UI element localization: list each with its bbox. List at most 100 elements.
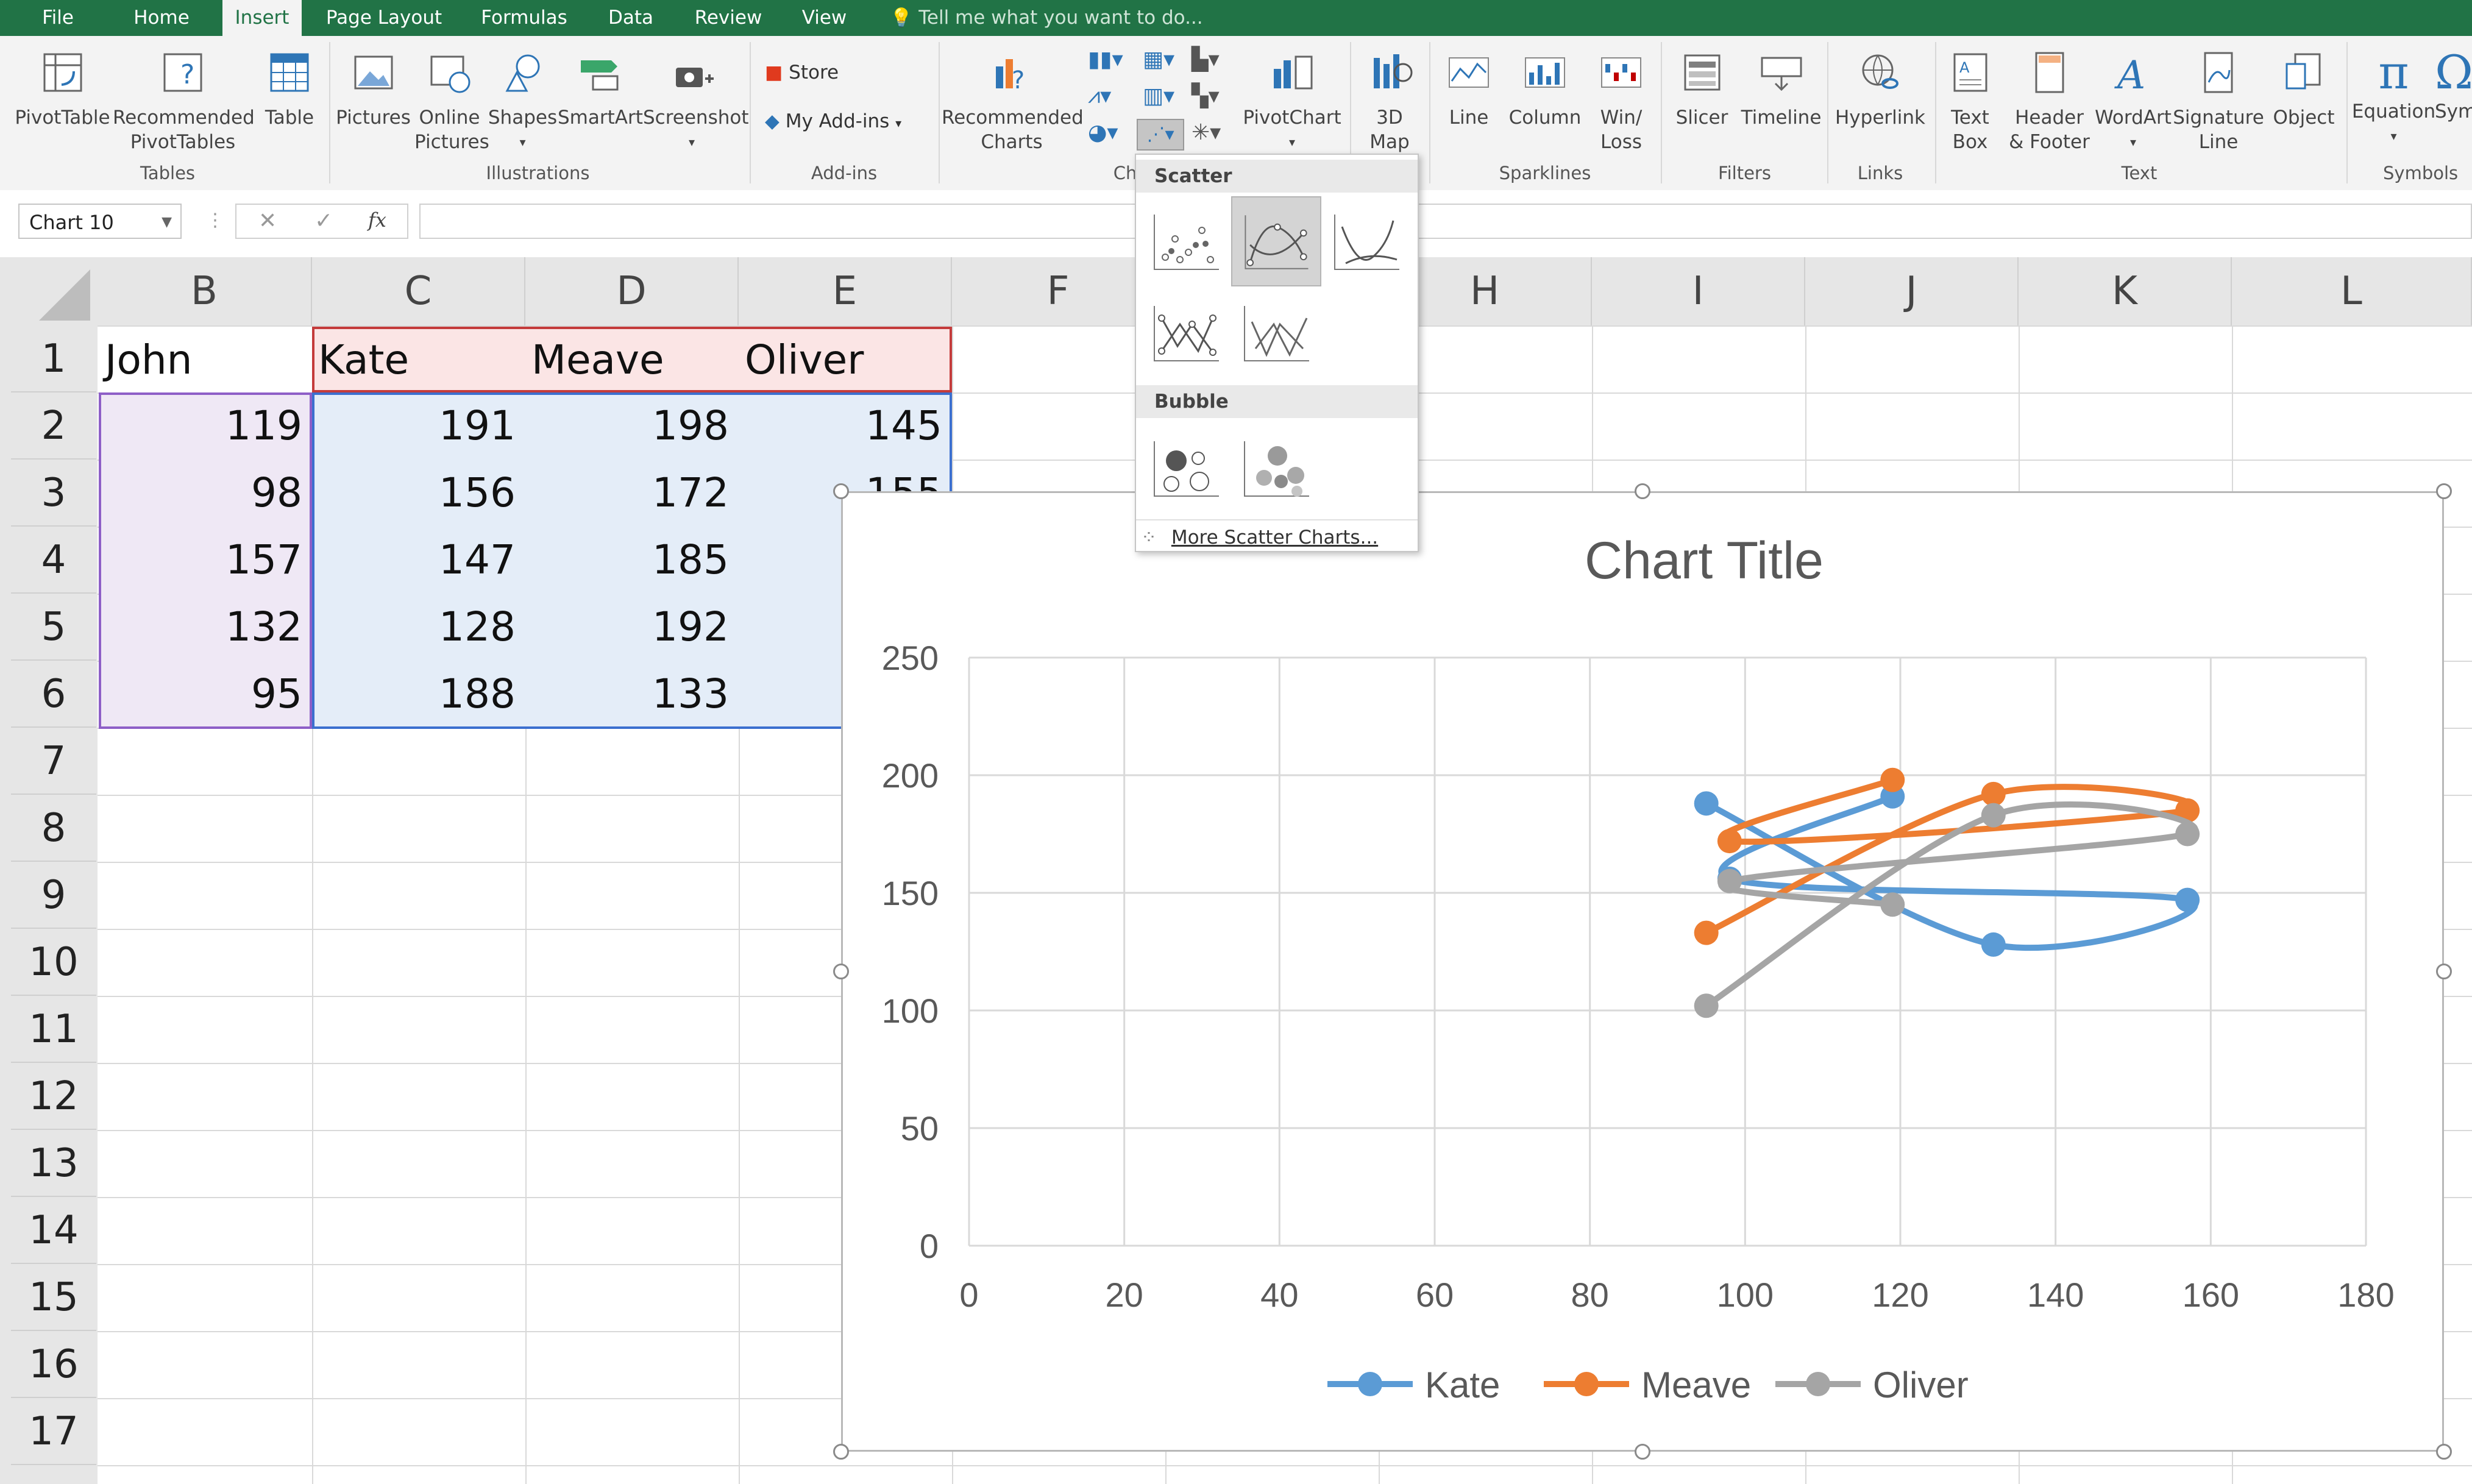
- combo-chart-icon[interactable]: ▚▾: [1192, 83, 1220, 108]
- sparkline-line-button[interactable]: Line: [1435, 48, 1502, 130]
- select-all-corner[interactable]: [11, 257, 98, 325]
- scatter-chart-icon[interactable]: ⋰▾: [1137, 119, 1184, 151]
- enter-icon[interactable]: ✓: [314, 208, 333, 233]
- cell-b4[interactable]: 157: [99, 527, 312, 594]
- column-header-d[interactable]: D: [525, 257, 739, 325]
- row-header-7[interactable]: 7: [11, 728, 96, 795]
- 3d-bubble-option[interactable]: [1231, 423, 1321, 513]
- header-cell-c1[interactable]: Kate: [312, 327, 525, 391]
- resize-handle[interactable]: [1635, 483, 1650, 499]
- row-header-6[interactable]: 6: [11, 661, 96, 728]
- tab-home[interactable]: Home: [116, 0, 207, 36]
- header-cell-d1[interactable]: Meave: [525, 327, 739, 391]
- column-header-k[interactable]: K: [2019, 257, 2232, 325]
- pictures-button[interactable]: Pictures: [335, 48, 411, 130]
- recommended-charts-button[interactable]: ? Recommended Charts: [942, 48, 1084, 154]
- 3d-map-button[interactable]: 3D Map: [1356, 48, 1423, 154]
- scatter-markers-only-option[interactable]: [1141, 196, 1231, 286]
- scatter-straight-lines-option[interactable]: [1231, 288, 1321, 378]
- screenshot-button[interactable]: Screenshot ▾: [643, 48, 749, 154]
- cell-c3[interactable]: 156: [312, 460, 525, 527]
- scatter-smooth-lines-option[interactable]: [1321, 196, 1412, 286]
- row-header-12[interactable]: 12: [11, 1063, 96, 1130]
- cell-b5[interactable]: 132: [99, 594, 312, 661]
- column-chart-icon[interactable]: ▮▮▾: [1088, 47, 1123, 72]
- shapes-button[interactable]: Shapes ▾: [488, 48, 558, 154]
- row-header-1[interactable]: 1: [11, 325, 96, 392]
- cell-d3[interactable]: 172: [525, 460, 739, 527]
- text-box-button[interactable]: A Text Box: [1938, 48, 2002, 154]
- column-header-e[interactable]: E: [739, 257, 952, 325]
- bubble-option[interactable]: [1141, 423, 1231, 513]
- smartart-button[interactable]: SmartArt: [558, 48, 643, 130]
- header-cell-b1[interactable]: John: [99, 327, 312, 391]
- row-header-3[interactable]: 3: [11, 460, 96, 527]
- tell-me-search[interactable]: 💡 Tell me what you want to do...: [890, 0, 1203, 36]
- row-header-5[interactable]: 5: [11, 594, 96, 661]
- cell-e2[interactable]: 145: [739, 392, 952, 460]
- insert-function-icon[interactable]: fx: [368, 208, 386, 232]
- my-addins-button[interactable]: ◆ My Add-ins ▾: [765, 110, 901, 132]
- tab-data[interactable]: Data: [600, 0, 661, 36]
- resize-handle[interactable]: [2436, 483, 2452, 499]
- header-footer-button[interactable]: Header & Footer: [2005, 48, 2094, 154]
- tab-view[interactable]: View: [792, 0, 856, 36]
- pivottable-button[interactable]: PivotTable: [12, 48, 113, 130]
- name-box[interactable]: Chart 10 ▼: [18, 204, 182, 239]
- hierarchy-chart-icon[interactable]: ▦▾: [1143, 47, 1174, 72]
- row-header-14[interactable]: 14: [11, 1197, 96, 1264]
- cell-c4[interactable]: 147: [312, 527, 525, 594]
- column-header-b[interactable]: B: [98, 257, 312, 325]
- row-header-11[interactable]: 11: [11, 996, 96, 1063]
- line-chart-icon[interactable]: ⩘▾: [1088, 83, 1111, 109]
- row-header-9[interactable]: 9: [11, 862, 96, 929]
- cell-d4[interactable]: 185: [525, 527, 739, 594]
- more-scatter-charts-link[interactable]: ⁘ More Scatter Charts...: [1141, 527, 1378, 551]
- signature-line-button[interactable]: Signature Line: [2173, 48, 2264, 154]
- row-header-10[interactable]: 10: [11, 929, 96, 996]
- hyperlink-button[interactable]: Hyperlink: [1831, 48, 1929, 130]
- radar-chart-icon[interactable]: ✳▾: [1192, 120, 1221, 145]
- column-header-l[interactable]: L: [2232, 257, 2472, 325]
- pie-chart-icon[interactable]: ◕▾: [1088, 120, 1118, 145]
- cell-d6[interactable]: 133: [525, 661, 739, 728]
- row-header-17[interactable]: 17: [11, 1398, 96, 1465]
- cell-c5[interactable]: 128: [312, 594, 525, 661]
- table-button[interactable]: Table: [256, 48, 323, 130]
- resize-handle[interactable]: [1635, 1444, 1650, 1460]
- waterfall-chart-icon[interactable]: ▙▾: [1192, 47, 1220, 72]
- cell-c2[interactable]: 191: [312, 392, 525, 460]
- column-header-j[interactable]: J: [1805, 257, 2019, 325]
- cell-b3[interactable]: 98: [99, 460, 312, 527]
- cell-c6[interactable]: 188: [312, 661, 525, 728]
- row-header-2[interactable]: 2: [11, 392, 96, 460]
- wordart-button[interactable]: A WordArt ▾: [2094, 48, 2173, 154]
- cell-d5[interactable]: 192: [525, 594, 739, 661]
- resize-handle[interactable]: [833, 1444, 849, 1460]
- pivotchart-button[interactable]: PivotChart ▾: [1240, 48, 1344, 154]
- column-header-c[interactable]: C: [312, 257, 525, 325]
- row-header-16[interactable]: 16: [11, 1331, 96, 1398]
- slicer-button[interactable]: Slicer: [1667, 48, 1737, 130]
- cancel-icon[interactable]: ✕: [258, 208, 277, 233]
- resize-handle[interactable]: [2436, 964, 2452, 979]
- symbol-button[interactable]: Ω Sym: [2435, 48, 2472, 124]
- cell-d2[interactable]: 198: [525, 392, 739, 460]
- online-pictures-button[interactable]: Online Pictures: [414, 48, 489, 154]
- chevron-down-icon[interactable]: ▼: [162, 205, 172, 240]
- equation-button[interactable]: π Equation ▾: [2349, 48, 2438, 148]
- cell-b2[interactable]: 119: [99, 392, 312, 460]
- tab-file[interactable]: File: [24, 0, 91, 36]
- tab-page-layout[interactable]: Page Layout: [317, 0, 451, 36]
- store-button[interactable]: ■ Store: [765, 62, 839, 83]
- formula-input[interactable]: [419, 204, 2472, 239]
- cell-b6[interactable]: 95: [99, 661, 312, 728]
- resize-handle[interactable]: [833, 964, 849, 979]
- tab-review[interactable]: Review: [686, 0, 771, 36]
- header-cell-e1[interactable]: Oliver: [739, 327, 952, 391]
- statistic-chart-icon[interactable]: ▥▾: [1143, 83, 1174, 108]
- scatter-smooth-lines-markers-option[interactable]: [1231, 196, 1321, 286]
- row-header-4[interactable]: 4: [11, 527, 96, 594]
- scatter-straight-lines-markers-option[interactable]: [1141, 288, 1231, 378]
- sparkline-column-button[interactable]: Column: [1505, 48, 1585, 130]
